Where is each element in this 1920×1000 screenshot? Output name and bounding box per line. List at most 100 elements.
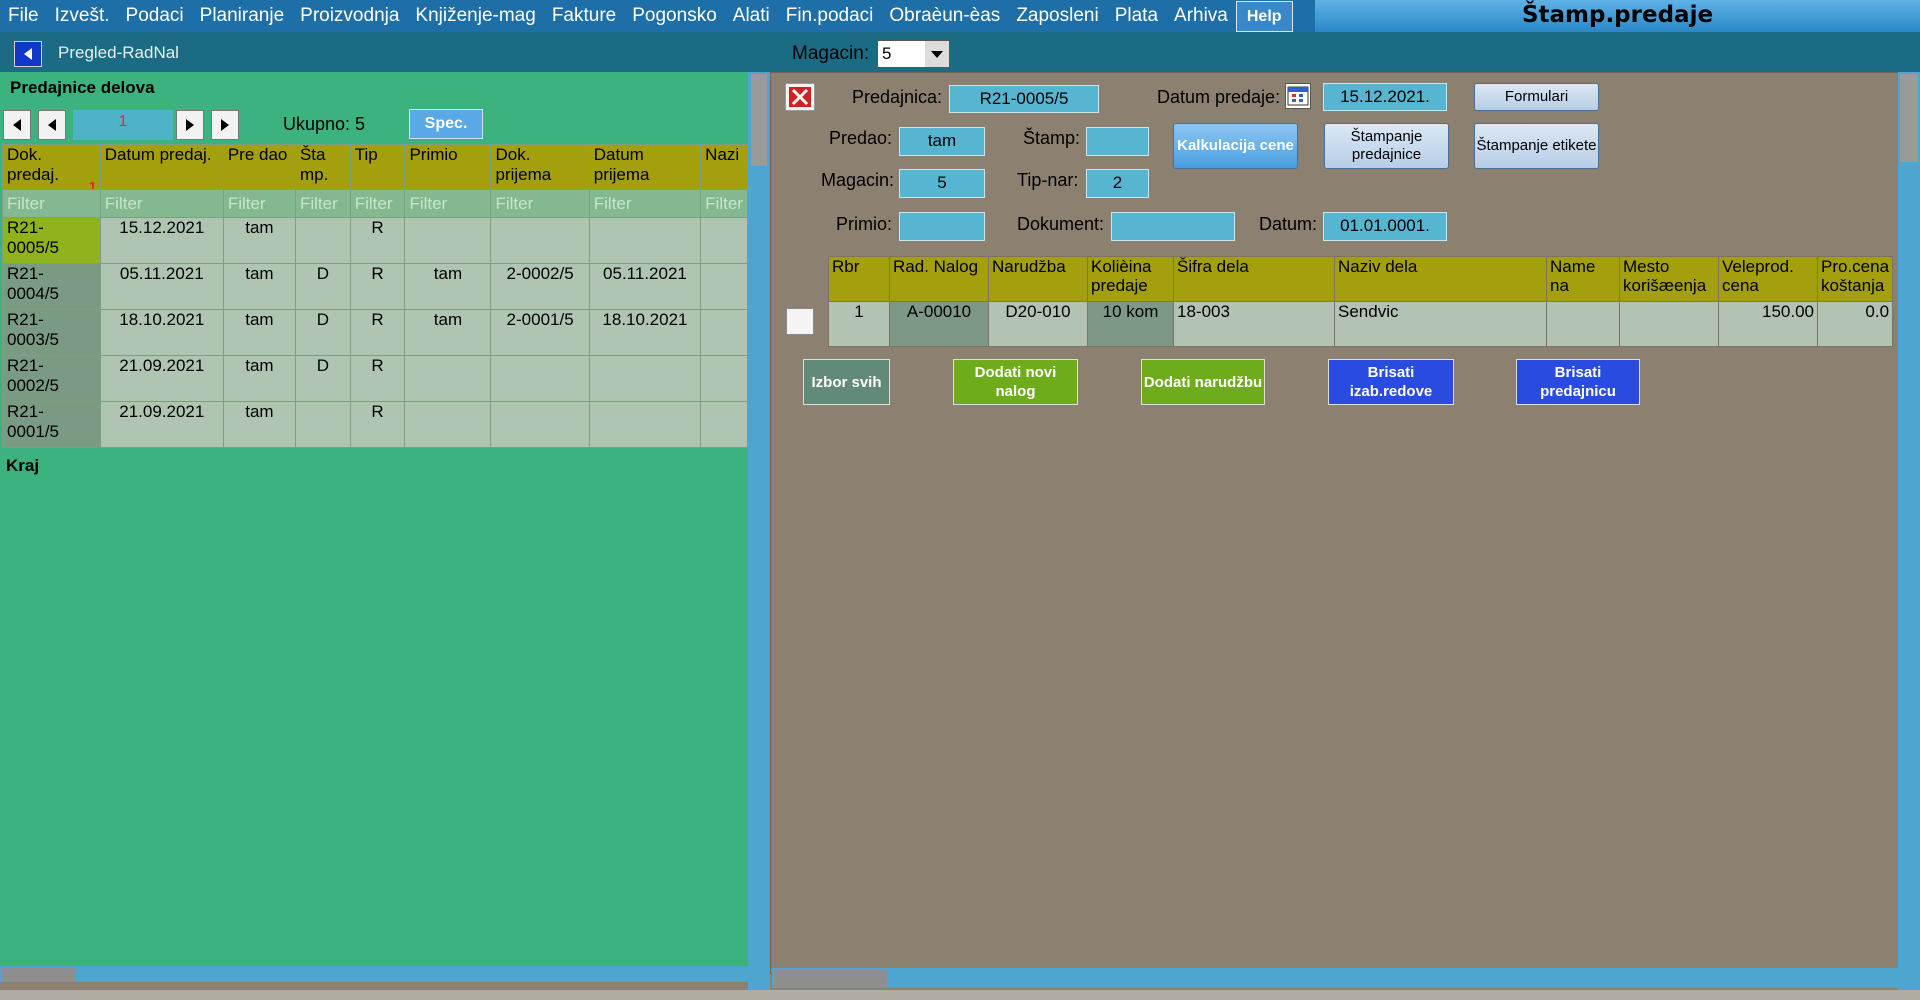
table-row[interactable]: R21-0001/5 21.09.2021 tam R [2, 401, 748, 448]
filter-cell[interactable]: Filter [700, 189, 748, 218]
right-horizontal-scrollbar[interactable] [772, 968, 1900, 988]
cell-mesto-koriscenja[interactable] [1619, 301, 1719, 347]
menu-fin-podaci[interactable]: Fin.podaci [778, 5, 882, 27]
table-row[interactable]: 1 A-00010 D20-010 10 kom 18-003 Sendvic … [828, 301, 1894, 347]
dodati-narudzbu-button[interactable]: Dodati narudžbu [1141, 359, 1265, 405]
cell-predao[interactable]: tam [222, 263, 296, 310]
datum-field[interactable]: 01.01.0001. [1323, 212, 1447, 241]
cell-naziv[interactable] [700, 309, 748, 356]
primio-field[interactable] [899, 212, 985, 241]
row-select-checkbox[interactable] [786, 308, 814, 335]
tip-nar-field[interactable]: 2 [1086, 169, 1149, 198]
cell-datum-predaj[interactable]: 21.09.2021 [99, 401, 224, 448]
col-namena[interactable]: Name na [1546, 256, 1620, 302]
spec-button[interactable]: Spec. [409, 109, 483, 139]
left-horizontal-scrollbar[interactable] [0, 966, 748, 982]
cell-tip[interactable]: R [349, 355, 406, 402]
col-rad-nalog[interactable]: Rad. Nalog [889, 256, 989, 302]
filter-cell[interactable]: Filter [99, 189, 224, 218]
predao-field[interactable]: tam [899, 127, 985, 156]
cell-dok-prijema[interactable] [490, 355, 590, 402]
menu-alati[interactable]: Alati [725, 5, 778, 27]
menu-knjizenje-mag[interactable]: Knjiženje-mag [407, 5, 543, 27]
cell-dok-prijema[interactable]: 2-0002/5 [490, 263, 590, 310]
cell-primio[interactable] [404, 355, 492, 402]
menu-arhiva[interactable]: Arhiva [1166, 5, 1236, 27]
cell-dok-predaj[interactable]: R21-0002/5 [2, 355, 101, 402]
left-vertical-scroll-thumb[interactable] [751, 74, 767, 166]
col-dok-predaj[interactable]: Dok. predaj. 1 [2, 144, 101, 190]
cell-dok-prijema[interactable] [490, 217, 590, 264]
first-page-button[interactable] [3, 110, 31, 140]
right-vertical-scroll-thumb[interactable] [1900, 74, 1918, 162]
col-mesto-koriscenja[interactable]: Mesto korišæenja [1619, 256, 1719, 302]
cell-stamp[interactable]: D [294, 263, 351, 310]
chevron-down-icon[interactable] [925, 41, 949, 67]
col-stamp[interactable]: Šta mp. [294, 144, 351, 190]
col-datum-prijema[interactable]: Datum prijema [588, 144, 702, 190]
cell-datum-prijema[interactable] [588, 401, 702, 448]
cell-veleprod-cena[interactable]: 150.00 [1718, 301, 1818, 347]
cell-sifra-dela[interactable]: 18-003 [1173, 301, 1335, 347]
cell-predao[interactable]: tam [222, 401, 296, 448]
cell-rbr[interactable]: 1 [828, 301, 890, 347]
col-naziv-dela[interactable]: Naziv dela [1334, 256, 1547, 302]
cell-tip[interactable]: R [349, 263, 406, 310]
col-primio[interactable]: Primio [404, 144, 492, 190]
col-naziv[interactable]: Nazi [700, 144, 748, 190]
right-horizontal-scroll-thumb[interactable] [774, 970, 887, 987]
col-veleprod-cena[interactable]: Veleprod. cena [1718, 256, 1818, 302]
cell-tip[interactable]: R [349, 309, 406, 356]
cell-primio[interactable]: tam [404, 309, 492, 356]
page-number-field[interactable]: 1 [73, 110, 173, 140]
col-narudzba[interactable]: Narudžba [988, 256, 1088, 302]
cell-namena[interactable] [1546, 301, 1620, 347]
menu-izvestaji[interactable]: Izvešt. [47, 5, 118, 27]
cell-tip[interactable]: R [349, 217, 406, 264]
menu-planiranje[interactable]: Planiranje [192, 5, 293, 27]
izbor-svih-button[interactable]: Izbor svih [803, 359, 890, 405]
cell-dok-predaj[interactable]: R21-0004/5 [2, 263, 101, 310]
cell-naziv[interactable] [700, 355, 748, 402]
last-page-button[interactable] [211, 110, 239, 140]
cell-datum-prijema[interactable]: 05.11.2021 [588, 263, 702, 310]
col-dok-prijema[interactable]: Dok. prijema [490, 144, 590, 190]
cell-kolicina[interactable]: 10 kom [1087, 301, 1174, 347]
table-row[interactable]: R21-0003/5 18.10.2021 tam D R tam 2-0001… [2, 309, 748, 356]
cell-dok-predaj[interactable]: R21-0005/5 [2, 217, 101, 264]
datum-predaje-field[interactable]: 15.12.2021. [1323, 83, 1447, 111]
cell-dok-predaj[interactable]: R21-0001/5 [2, 401, 101, 448]
cell-datum-predaj[interactable]: 05.11.2021 [99, 263, 224, 310]
table-row[interactable]: R21-0005/5 15.12.2021 tam R [2, 217, 748, 264]
cell-rad-nalog[interactable]: A-00010 [889, 301, 989, 347]
cell-naziv[interactable] [700, 217, 748, 264]
menu-zaposleni[interactable]: Zaposleni [1008, 5, 1106, 27]
cell-datum-prijema[interactable] [588, 355, 702, 402]
cell-stamp[interactable]: D [294, 309, 351, 356]
filter-cell[interactable]: Filter [588, 189, 702, 218]
dokument-field[interactable] [1111, 212, 1235, 241]
cell-primio[interactable]: tam [404, 263, 492, 310]
col-tip[interactable]: Tip [349, 144, 406, 190]
stampanje-etikete-button[interactable]: Štampanje etikete [1474, 123, 1599, 169]
table-row[interactable]: R21-0002/5 21.09.2021 tam D R [2, 355, 748, 402]
filter-cell[interactable]: Filter [222, 189, 296, 218]
menu-pogonsko[interactable]: Pogonsko [624, 5, 725, 27]
cell-datum-predaj[interactable]: 15.12.2021 [99, 217, 224, 264]
cell-predao[interactable]: tam [222, 217, 296, 264]
brisati-predajnicu-button[interactable]: Brisati predajnicu [1516, 359, 1640, 405]
kalkulacija-cene-button[interactable]: Kalkulacija cene [1173, 123, 1298, 169]
cell-stamp[interactable]: D [294, 355, 351, 402]
left-vertical-scrollbar[interactable] [748, 72, 770, 990]
menu-proizvodnja[interactable]: Proizvodnja [292, 5, 407, 27]
menu-file[interactable]: File [0, 5, 47, 27]
calendar-icon[interactable] [1285, 83, 1311, 109]
cell-naziv-dela[interactable]: Sendvic [1334, 301, 1547, 347]
col-pro-cena[interactable]: Pro.cena koštanja [1816, 256, 1894, 302]
filter-cell[interactable]: Filter [490, 189, 590, 218]
col-datum-predaj[interactable]: Datum predaj. [99, 144, 224, 190]
filter-cell[interactable]: Filter [404, 189, 492, 218]
left-horizontal-scroll-thumb[interactable] [2, 968, 76, 982]
filter-cell[interactable]: Filter [294, 189, 351, 218]
cell-narudzba[interactable]: D20-010 [988, 301, 1088, 347]
